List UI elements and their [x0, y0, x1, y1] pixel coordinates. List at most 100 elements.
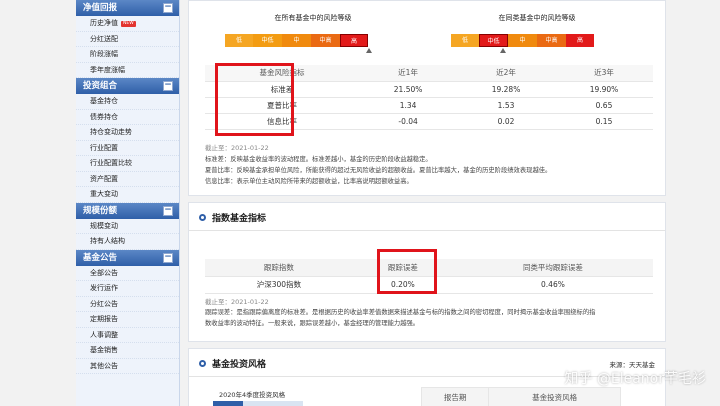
sidebar-item[interactable]: 基金销售 [76, 343, 179, 359]
risk-panel: 在所有基金中的风险等级 在同类基金中的风险等级 低中低中中高高 低中低中中高高 … [188, 0, 666, 196]
sidebar-nav: 净值回报 − 历史净值 NEW 分红送配阶段涨幅季年度涨幅投资组合 − 基金持仓债券持仓持仓… [76, 0, 180, 406]
table-cell: 0.65 [555, 97, 653, 114]
sidebar-item-label: 全部公告 [90, 268, 118, 277]
sidebar-item-label: 债券持仓 [90, 112, 118, 121]
sidebar-item[interactable]: 分红公告 [76, 297, 179, 312]
table-header: 跟踪指数 [205, 259, 353, 277]
sidebar-section-header[interactable]: 基金公告 − [76, 249, 179, 266]
sidebar-section-header[interactable]: 净值回报 − [76, 0, 179, 16]
sidebar-item-label: 其他公告 [90, 361, 118, 370]
sidebar-item-label: 定期报告 [90, 315, 118, 323]
table-cell: 19.90% [555, 81, 653, 98]
sidebar-item[interactable]: 发行运作 [76, 281, 179, 297]
sidebar-item[interactable]: 定期报告 [76, 312, 179, 328]
panel-title: 指数基金指标 [212, 214, 267, 224]
all-funds-pointer-icon [366, 48, 372, 53]
note-line: 信息比率：表示单位主动风险所带来的超额收益，比率高说明超额收益高。 [205, 178, 413, 185]
table-header: 近3年 [555, 65, 653, 82]
style-box-grid [213, 401, 303, 406]
table-cell: 21.50% [359, 81, 458, 98]
sidebar-item-label: 季年度涨幅 [90, 65, 125, 74]
collapse-toggle-icon[interactable]: − [163, 205, 173, 216]
sidebar-item-label: 资产配置 [90, 174, 118, 183]
sidebar-item[interactable]: 季年度涨幅 [76, 63, 179, 78]
table-header: 同类平均跟踪误差 [452, 259, 653, 277]
sidebar-item-label: 基金销售 [90, 346, 118, 354]
sidebar-item[interactable]: 全部公告 [76, 266, 179, 281]
sidebar-item[interactable]: 分红送配 [76, 32, 179, 47]
panel-title: 基金投资风格 [212, 360, 267, 370]
same-type-risk-level-segment: 中低 [479, 34, 508, 47]
sidebar-section-title: 投资组合 [83, 81, 118, 91]
same-type-risk-level-segment: 高 [566, 34, 594, 47]
sidebar-item[interactable]: 行业配置比较 [76, 156, 179, 172]
index-notes: 跟踪误差：是指跟踪偏离度的标准差。是根据历史的收益率差值数据来描述基金与标的指数… [205, 307, 655, 329]
note-line: 夏普比率：反映基金承担单位风险，所能获得的超过无风险收益的超额收益。夏普比率越大… [205, 167, 552, 174]
sidebar-item[interactable]: 持有人结构 [76, 234, 179, 250]
index-fund-panel: 指数基金指标 跟踪指数 跟踪误差 同类平均跟踪误差 沪深300指数 0.20% … [188, 202, 666, 342]
table-cell: 19.28% [457, 81, 555, 98]
table-header: 基金投资风格 [488, 387, 621, 406]
all-funds-risk-level-segment: 低 [225, 34, 253, 47]
collapse-toggle-icon[interactable]: − [163, 81, 173, 91]
all-funds-risk-bar: 低中低中中高高 [225, 34, 368, 47]
risk-deadline: 截止至：2021-01-22 [205, 144, 269, 152]
sidebar-section-title: 规模份额 [83, 205, 118, 216]
same-type-risk-level-segment: 中高 [537, 34, 566, 47]
bullet-circle-icon [199, 214, 206, 221]
sidebar-item[interactable]: 持仓变动走势 [76, 125, 179, 141]
table-cell: 0.15 [555, 113, 653, 130]
sidebar-item-label: 人事调整 [90, 330, 118, 339]
panel-header: 指数基金指标 [189, 203, 665, 231]
sidebar-item-label: 历史净值 [90, 19, 118, 27]
sidebar-item-label: 持仓变动走势 [90, 128, 132, 136]
sidebar-item[interactable]: 基金持仓 [76, 94, 179, 110]
all-funds-risk-level-segment: 中 [282, 34, 311, 47]
sidebar-section-title: 基金公告 [83, 252, 118, 263]
sidebar-item-label: 分红送配 [90, 34, 118, 43]
report-table: 报告期 基金投资风格 [420, 387, 621, 406]
table-header: 报告期 [420, 387, 490, 406]
collapse-toggle-icon[interactable]: − [163, 3, 173, 13]
all-funds-risk-level-segment: 中高 [311, 34, 340, 47]
highlight-box [377, 249, 437, 294]
all-funds-risk-title: 在所有基金中的风险等级 [274, 14, 352, 22]
collapse-toggle-icon[interactable]: − [163, 252, 173, 263]
table-cell: -0.04 [359, 113, 458, 130]
sidebar-section-title: 净值回报 [83, 3, 118, 13]
same-type-risk-level-segment: 中 [508, 34, 537, 47]
table-cell: 0.02 [457, 113, 555, 130]
same-type-pointer-icon [500, 48, 506, 53]
table-cell: 1.34 [359, 97, 458, 114]
sidebar-item[interactable]: 规模变动 [76, 219, 179, 234]
sidebar-item-label: 持有人结构 [90, 237, 125, 245]
note-line: 数收益率的波动特征。一般来说，跟踪误差越小，基金经理的管理能力越强。 [205, 320, 420, 327]
sidebar-item-label: 分红公告 [90, 299, 118, 308]
sidebar-section-header[interactable]: 规模份额 − [76, 202, 179, 219]
sidebar-item-label: 阶段涨幅 [90, 50, 118, 58]
style-box-cell [213, 401, 243, 406]
sidebar-item-label: 基金持仓 [90, 97, 118, 105]
sidebar-item[interactable]: 资产配置 [76, 172, 179, 187]
watermark-text: 知乎 @Eleanor芊毛衫 [564, 371, 706, 387]
sidebar-item[interactable]: 其他公告 [76, 359, 179, 374]
table-header: 近1年 [359, 65, 458, 82]
all-funds-risk-level-segment: 中低 [253, 34, 282, 47]
sidebar-item[interactable]: 行业配置 [76, 141, 179, 156]
sidebar-section-header[interactable]: 投资组合 − [76, 78, 179, 94]
table-cell: 沪深300指数 [205, 276, 353, 294]
risk-notes: 标准差：反映基金收益率的波动程度。标准差越小，基金的历史阶段收益越稳定。 夏普比… [205, 154, 655, 187]
sidebar-item-label: 行业配置比较 [90, 159, 132, 167]
table-cell: 0.46% [452, 276, 653, 294]
sidebar-item[interactable]: 人事调整 [76, 328, 179, 343]
main-content: 在所有基金中的风险等级 在同类基金中的风险等级 低中低中中高高 低中低中中高高 … [188, 0, 666, 406]
same-type-risk-title: 在同类基金中的风险等级 [498, 14, 576, 22]
sidebar-item-label: 规模变动 [90, 221, 118, 230]
sidebar-item[interactable]: 历史净值 NEW [76, 16, 179, 32]
sidebar-item-label: 发行运作 [90, 284, 118, 292]
sidebar-item[interactable]: 阶段涨幅 [76, 47, 179, 63]
bullet-circle-icon [199, 360, 206, 367]
sidebar-item-label: 重大变动 [90, 190, 118, 198]
sidebar-item[interactable]: 重大变动 [76, 187, 179, 203]
sidebar-item[interactable]: 债券持仓 [76, 110, 179, 125]
